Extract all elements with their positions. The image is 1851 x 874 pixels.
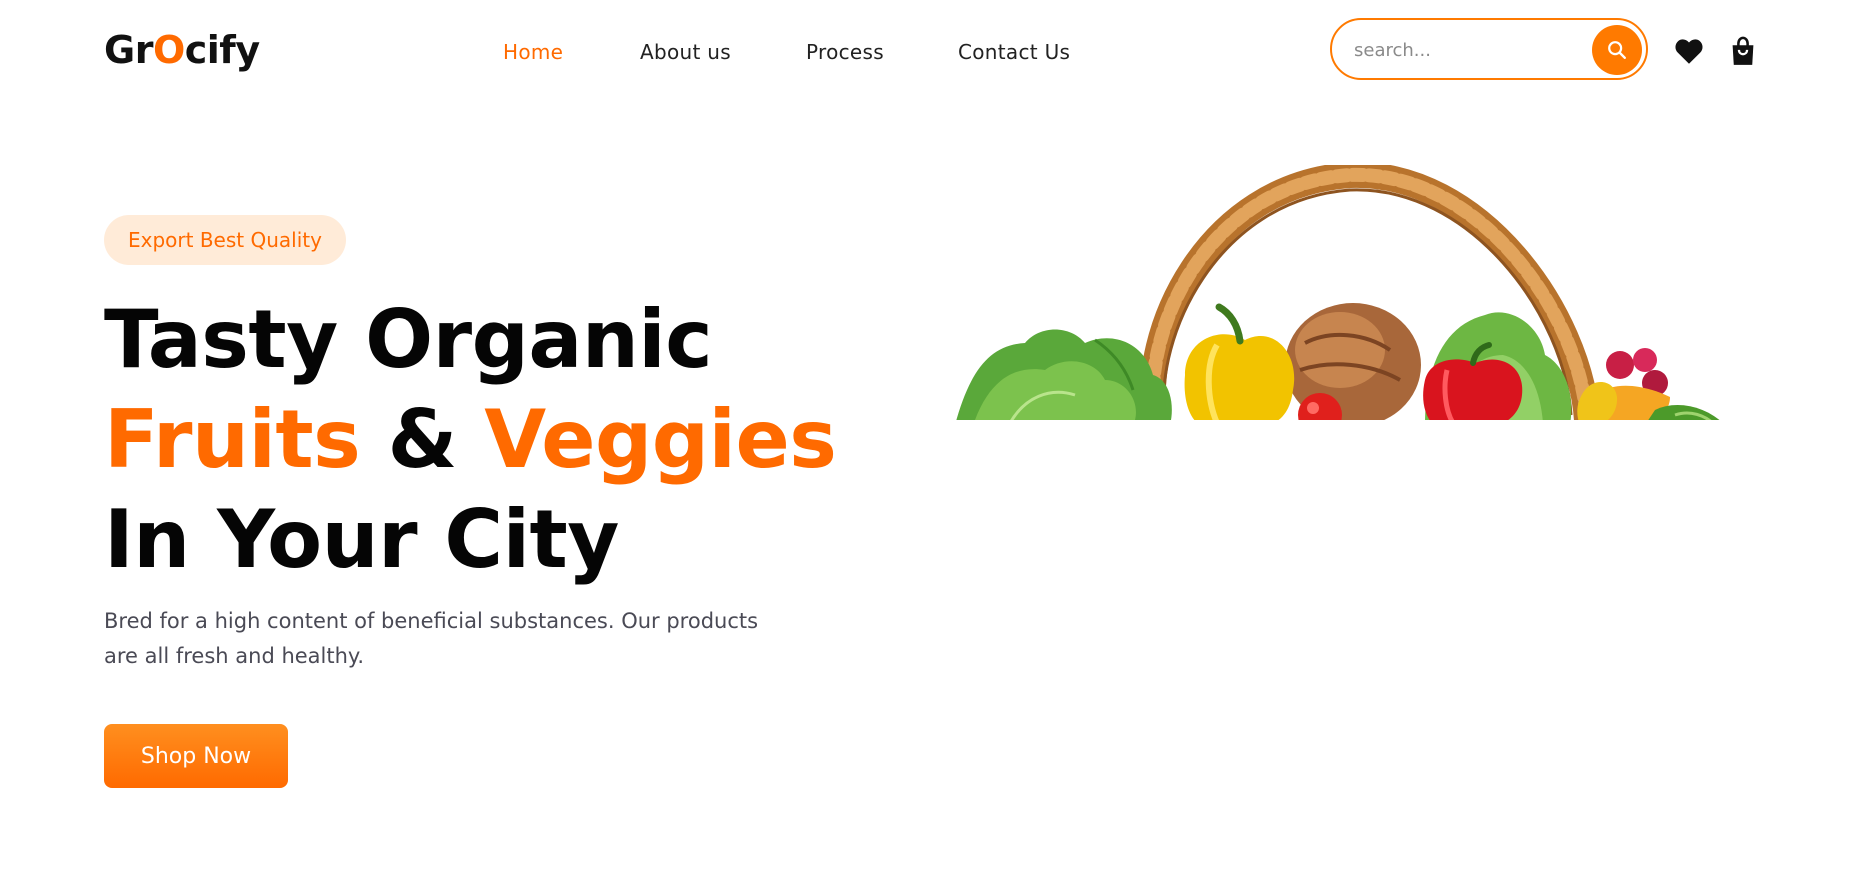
headline-word-veggies: Veggies bbox=[484, 393, 837, 486]
yellow-pepper bbox=[1184, 303, 1295, 425]
nav-item-contact-us[interactable]: Contact Us bbox=[958, 40, 1070, 64]
hero-description: Bred for a high content of beneficial su… bbox=[104, 609, 759, 668]
brand-logo[interactable]: GrOcify bbox=[104, 28, 260, 72]
site-header: GrOcify Home About us Process Contact Us bbox=[0, 0, 1851, 100]
lettuce-left bbox=[955, 329, 1172, 425]
headline-line-3: In Your City bbox=[104, 493, 619, 586]
search-box bbox=[1330, 18, 1648, 80]
headline-ampersand: & bbox=[360, 393, 485, 486]
headline-line-1: Tasty Organic bbox=[104, 293, 713, 386]
logo-suffix: cify bbox=[184, 28, 260, 72]
nav-item-about-us[interactable]: About us bbox=[640, 40, 731, 64]
shop-now-button[interactable]: Shop Now bbox=[104, 724, 288, 788]
shopping-bag-icon bbox=[1732, 36, 1754, 65]
cart-button[interactable] bbox=[1726, 34, 1760, 68]
quality-badge: Export Best Quality bbox=[104, 215, 346, 265]
wishlist-button[interactable] bbox=[1672, 34, 1706, 68]
headline-word-fruits: Fruits bbox=[104, 393, 361, 486]
vegetable-basket-image bbox=[955, 165, 1725, 425]
logo-accent-letter: O bbox=[152, 28, 185, 72]
nav-item-process[interactable]: Process bbox=[806, 40, 884, 64]
search-button[interactable] bbox=[1592, 25, 1642, 75]
logo-prefix: Gr bbox=[104, 28, 153, 72]
search-input[interactable] bbox=[1352, 34, 1576, 66]
nav-item-home[interactable]: Home bbox=[503, 40, 563, 64]
heart-icon bbox=[1675, 39, 1703, 64]
search-icon bbox=[1608, 41, 1626, 59]
hero-headline: Tasty Organic Fruits & Veggies In Your C… bbox=[104, 290, 837, 590]
basket-cutoff-edge bbox=[955, 420, 1725, 425]
